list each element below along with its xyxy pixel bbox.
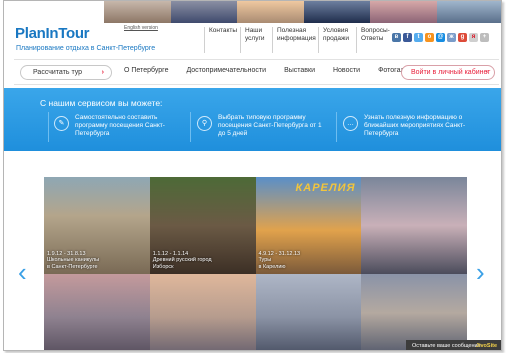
gallery-tile[interactable] bbox=[255, 274, 362, 350]
pencil-icon: ✎ bbox=[54, 116, 69, 131]
gallery-tile[interactable] bbox=[361, 177, 467, 274]
top-nav-faq[interactable]: Вопросы-Ответы bbox=[356, 27, 394, 53]
tile-title: Школьные каникулы bbox=[47, 257, 100, 263]
site-tagline: Планирование отдыха в Санкт-Петербурге bbox=[16, 45, 156, 52]
feature-item: … Узнать полезную информацию о ближайших… bbox=[343, 114, 472, 138]
social-share-bar: в f t о @ ж g я + bbox=[392, 33, 489, 42]
login-label: Войти в личный кабинет bbox=[411, 69, 491, 76]
feature-item: ✎ Самостоятельно составить программу пос… bbox=[54, 114, 183, 138]
nav-link-sights[interactable]: Достопримечательности bbox=[186, 67, 266, 74]
page-frame: PlanInTour English version Планирование … bbox=[3, 0, 502, 351]
gallery-tile[interactable] bbox=[44, 274, 150, 350]
service-title: С нашим сервисом вы можете: bbox=[40, 98, 163, 108]
odnoklassniki-icon[interactable]: о bbox=[425, 33, 434, 42]
english-version-link[interactable]: English version bbox=[124, 25, 158, 31]
site-logo[interactable]: PlanInTour bbox=[15, 25, 90, 42]
divider bbox=[190, 112, 191, 142]
nav-links: О Петербурге Достопримечательности Выста… bbox=[124, 67, 420, 74]
google-icon[interactable]: g bbox=[458, 33, 467, 42]
header-banner bbox=[104, 1, 501, 23]
chevron-right-icon: › bbox=[485, 69, 488, 76]
nav-link-about[interactable]: О Петербурге bbox=[124, 67, 168, 74]
nav-link-exhibitions[interactable]: Выставки bbox=[284, 67, 315, 74]
top-nav: Контакты Наши услуги Полезная информация… bbox=[204, 27, 394, 53]
tile-place: в Карелию bbox=[258, 263, 286, 270]
gallery-tile[interactable]: 1.9.12 - 31.8.13 Школьные каникулы в Сан… bbox=[44, 177, 150, 274]
nav-link-news[interactable]: Новости bbox=[333, 67, 360, 74]
gallery-prev-arrow[interactable]: ‹ bbox=[18, 259, 27, 285]
gallery-tile[interactable]: КАРЕЛИЯ 4.9.12 - 31.12.13 Туры в Карелию bbox=[255, 177, 362, 274]
tile-caption: 1.1.12 - 1.1.14 Древний русский город Из… bbox=[153, 251, 212, 271]
calculate-tour-label: Рассчитать тур bbox=[33, 69, 83, 76]
top-nav-info[interactable]: Полезная информация bbox=[272, 27, 318, 53]
gallery-next-arrow[interactable]: › bbox=[476, 259, 485, 285]
yandex-icon[interactable]: я bbox=[469, 33, 478, 42]
feature-text: Узнать полезную информацию о ближайших м… bbox=[364, 114, 466, 137]
chat-widget[interactable]: Оставьте ваше сообщение JivoSite bbox=[406, 340, 501, 350]
calculate-tour-button[interactable]: Рассчитать тур › bbox=[20, 65, 112, 80]
tile-caption: 1.9.12 - 31.8.13 Школьные каникулы в Сан… bbox=[47, 251, 99, 271]
twitter-icon[interactable]: t bbox=[414, 33, 423, 42]
tile-title: Древний русский город bbox=[152, 257, 212, 263]
banner-photo bbox=[104, 1, 171, 23]
banner-photo bbox=[303, 1, 370, 23]
top-nav-services[interactable]: Наши услуги bbox=[240, 27, 272, 53]
photo-gallery: 1.9.12 - 31.8.13 Школьные каникулы в Сан… bbox=[44, 177, 467, 350]
chat-label: Оставьте ваше сообщение bbox=[412, 343, 481, 349]
gallery-tile[interactable]: 1.1.12 - 1.1.14 Древний русский город Из… bbox=[149, 177, 256, 274]
feature-text: Самостоятельно составить программу посещ… bbox=[75, 114, 165, 137]
service-features-band: С нашим сервисом вы можете: ✎ Самостояте… bbox=[4, 88, 501, 151]
tile-overlay-text: КАРЕЛИЯ bbox=[295, 182, 356, 194]
plus-icon[interactable]: + bbox=[480, 33, 489, 42]
vk-icon[interactable]: в bbox=[392, 33, 401, 42]
banner-photo bbox=[436, 1, 501, 23]
chevron-right-icon: › bbox=[101, 69, 104, 76]
chat-brand: JivoSite bbox=[475, 343, 497, 349]
gallery-tile[interactable] bbox=[149, 274, 256, 350]
livejournal-icon[interactable]: ж bbox=[447, 33, 456, 42]
banner-photo bbox=[237, 1, 304, 23]
facebook-icon[interactable]: f bbox=[403, 33, 412, 42]
mailru-icon[interactable]: @ bbox=[436, 33, 445, 42]
map-pin-icon: ⚲ bbox=[197, 116, 212, 131]
top-nav-terms[interactable]: Условия продажи bbox=[318, 27, 356, 53]
divider bbox=[48, 112, 49, 142]
divider bbox=[336, 112, 337, 142]
banner-photo bbox=[370, 1, 437, 23]
top-nav-contacts[interactable]: Контакты bbox=[204, 27, 240, 53]
main-nav: Рассчитать тур › О Петербурге Достоприме… bbox=[14, 59, 499, 85]
chat-bubble-icon: … bbox=[343, 116, 358, 131]
login-button[interactable]: Войти в личный кабинет › bbox=[401, 65, 495, 80]
tile-place: в Санкт-Петербурге bbox=[47, 263, 98, 270]
feature-item: ⚲ Выбрать типовую программу посещения Са… bbox=[197, 114, 326, 138]
tile-place: Изборск bbox=[152, 263, 174, 270]
feature-text: Выбрать типовую программу посещения Санк… bbox=[218, 114, 322, 137]
banner-photo bbox=[170, 1, 237, 23]
tile-caption: 4.9.12 - 31.12.13 Туры в Карелию bbox=[259, 251, 301, 271]
